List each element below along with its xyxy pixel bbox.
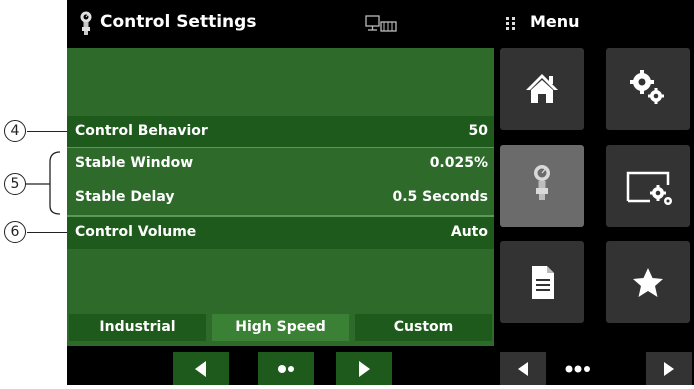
control-volume-value: Auto	[450, 224, 488, 240]
callout-4-line	[27, 131, 69, 133]
page-dots-icon	[278, 365, 294, 373]
home-icon	[526, 74, 558, 103]
menu-label[interactable]: Menu	[530, 12, 580, 31]
document-tile[interactable]	[500, 241, 584, 323]
favorites-tile[interactable]	[606, 241, 690, 323]
stable-delay-label: Stable Delay	[75, 189, 175, 205]
control-behavior-row[interactable]: Control Behavior 50	[67, 116, 494, 148]
stable-window-value: 0.025%	[429, 155, 488, 171]
callout-4: 4	[4, 120, 26, 142]
display-settings-tile[interactable]	[606, 145, 690, 227]
callout-5: 5	[4, 173, 26, 195]
connection-status-icon	[365, 15, 397, 32]
control-volume-label: Control Volume	[75, 224, 197, 240]
menu-next-button[interactable]	[646, 352, 692, 385]
document-icon	[532, 266, 554, 299]
settings-tile[interactable]	[606, 48, 690, 130]
home-tile[interactable]	[500, 48, 584, 130]
chevron-left-icon	[195, 361, 206, 377]
stable-window-label: Stable Window	[75, 155, 194, 171]
page-indicator	[258, 352, 314, 385]
mode-industrial-button[interactable]: Industrial	[69, 314, 206, 341]
control-behavior-value: 50	[468, 123, 488, 139]
page-dots-icon	[565, 365, 590, 373]
menu-page-indicator	[556, 352, 602, 385]
stable-delay-value: 0.5 Seconds	[392, 189, 489, 205]
callout-5-bracket	[26, 151, 61, 215]
gears-icon	[630, 70, 664, 104]
chevron-left-icon	[518, 362, 528, 376]
display-settings-icon	[626, 171, 672, 205]
sensor-icon	[534, 165, 550, 200]
mode-high-speed-button[interactable]: High Speed	[212, 314, 349, 341]
stable-delay-row[interactable]: Stable Delay 0.5 Seconds	[67, 182, 494, 214]
star-icon	[633, 268, 663, 297]
stable-window-row[interactable]: Stable Window 0.025%	[67, 148, 494, 180]
prev-page-button[interactable]	[173, 352, 229, 385]
callout-6: 6	[4, 221, 26, 243]
next-page-button[interactable]	[336, 352, 392, 385]
chevron-right-icon	[359, 361, 370, 377]
sensor-tile[interactable]	[500, 145, 584, 227]
control-volume-row[interactable]: Control Volume Auto	[67, 217, 494, 249]
page-title: Control Settings	[100, 12, 257, 32]
menu-grid-icon[interactable]	[506, 17, 516, 30]
sensor-title-icon	[80, 11, 92, 35]
control-behavior-label: Control Behavior	[75, 123, 208, 139]
chevron-right-icon	[664, 362, 674, 376]
menu-prev-button[interactable]	[500, 352, 546, 385]
callout-6-line	[27, 232, 69, 234]
mode-custom-button[interactable]: Custom	[355, 314, 492, 341]
